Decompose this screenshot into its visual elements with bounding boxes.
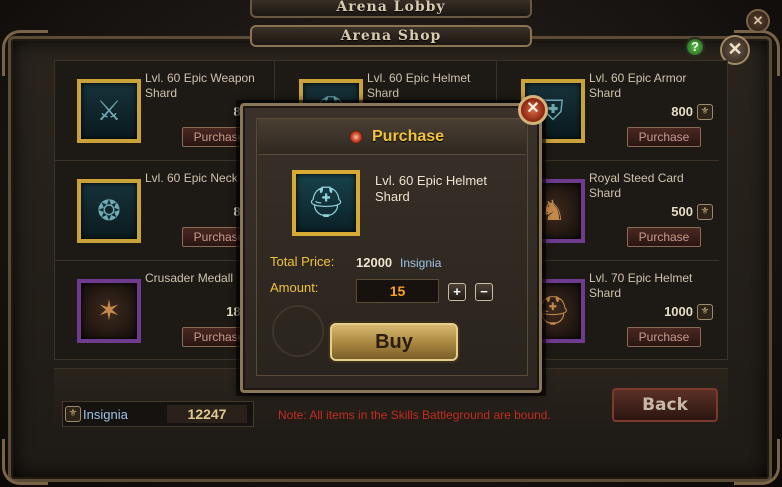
total-price-value: 12000 bbox=[356, 255, 393, 270]
ornate-corner-icon bbox=[2, 439, 48, 485]
bound-items-note: Note: All items in the Skills Battlegrou… bbox=[278, 408, 551, 422]
item-name: Lvl. 70 Epic Helmet Shard bbox=[589, 271, 693, 300]
amount-input[interactable]: 15 bbox=[356, 279, 439, 303]
ornament-icon bbox=[272, 305, 324, 357]
purchase-dialog-title: Purchase bbox=[372, 128, 445, 145]
medallion-icon: ✶ bbox=[97, 295, 121, 326]
helmet-shard-icon: ⛑ bbox=[306, 186, 346, 219]
selected-item-icon: ⛑ bbox=[292, 170, 360, 236]
item-icon[interactable]: ✶ bbox=[77, 279, 141, 343]
increase-amount-button[interactable]: + bbox=[448, 283, 466, 301]
ornate-corner-icon bbox=[2, 30, 48, 76]
help-button[interactable]: ? bbox=[685, 37, 705, 57]
decrease-amount-button[interactable]: − bbox=[475, 283, 493, 301]
insignia-coin-icon: ⚜ bbox=[697, 204, 713, 220]
total-price-currency: Insignia bbox=[400, 256, 442, 270]
arena-shop-title: Arena Shop bbox=[250, 25, 532, 47]
amount-label: Amount: bbox=[270, 280, 319, 295]
back-button[interactable]: Back bbox=[612, 388, 718, 422]
close-lobby-button[interactable]: ✕ bbox=[746, 9, 770, 33]
buy-button[interactable]: Buy bbox=[330, 323, 458, 361]
insignia-coin-icon: ⚜ bbox=[65, 406, 81, 422]
insignia-value: 12247 bbox=[167, 405, 247, 423]
insignia-coin-icon: ⚜ bbox=[697, 304, 713, 320]
ornate-corner-icon bbox=[734, 439, 780, 485]
purchase-button[interactable]: Purchase bbox=[627, 127, 701, 147]
close-purchase-dialog-button[interactable]: ✕ bbox=[518, 95, 548, 125]
total-price-label: Total Price: bbox=[270, 254, 335, 269]
weapon-shard-icon: ⚔ bbox=[96, 95, 122, 126]
insignia-balance: ⚜ Insignia 12247 bbox=[62, 401, 254, 427]
item-price: 1000 bbox=[664, 304, 693, 319]
game-screen: Arena Lobby Arena Shop ✕ ? ✕ ⚔ Lvl. 60 E… bbox=[0, 0, 782, 487]
item-name: Lvl. 60 Epic Armor Shard bbox=[589, 71, 687, 100]
necklace-shard-icon: ❂ bbox=[97, 195, 121, 226]
item-icon[interactable]: ❂ bbox=[77, 179, 141, 243]
item-icon[interactable]: ⚔ bbox=[77, 79, 141, 143]
insignia-coin-icon: ⚜ bbox=[697, 104, 713, 120]
item-price: 500 bbox=[671, 204, 693, 219]
item-name: Lvl. 60 Epic Helmet Shard bbox=[367, 71, 471, 100]
purchase-button[interactable]: Purchase bbox=[627, 227, 701, 247]
item-name: Lvl. 60 Epic Weapon Shard bbox=[145, 71, 255, 100]
red-gem-icon bbox=[349, 130, 363, 144]
purchase-button[interactable]: Purchase bbox=[627, 327, 701, 347]
selected-item-name: Lvl. 60 Epic Helmet Shard bbox=[375, 173, 487, 204]
item-name: Royal Steed Card Shard bbox=[589, 171, 684, 200]
item-price: 800 bbox=[671, 104, 693, 119]
arena-lobby-tab[interactable]: Arena Lobby bbox=[250, 0, 532, 18]
insignia-label: Insignia bbox=[83, 407, 128, 422]
